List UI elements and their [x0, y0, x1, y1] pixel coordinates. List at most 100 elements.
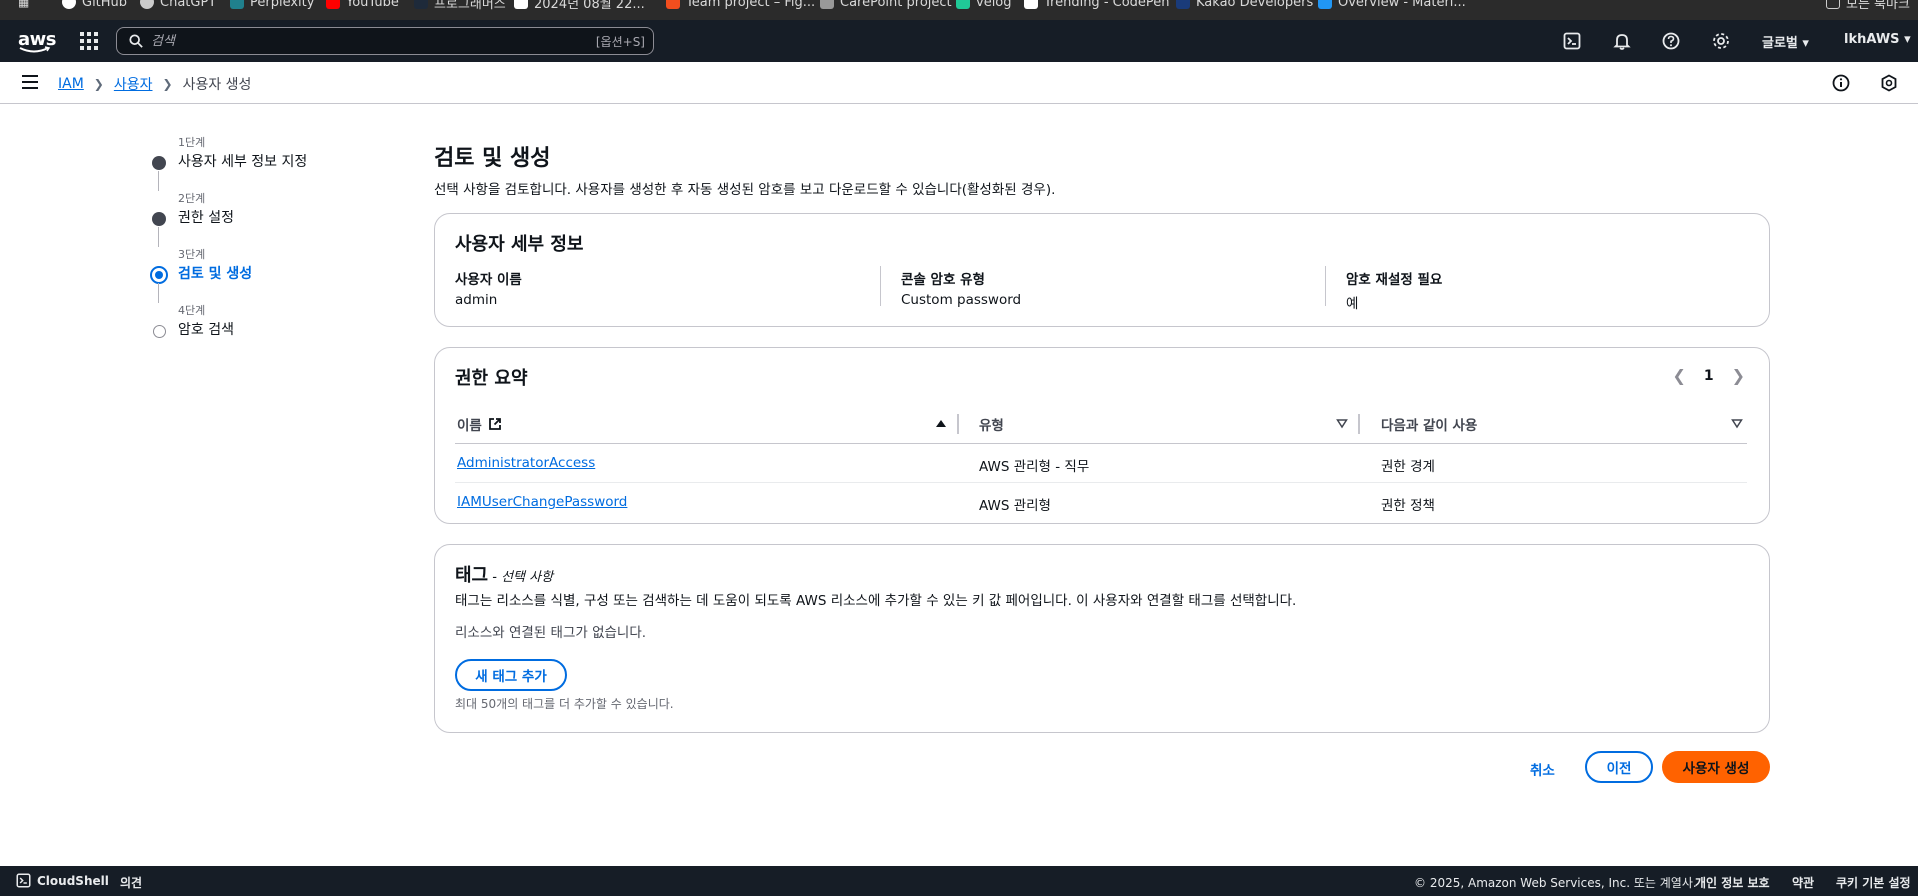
column-header-type[interactable]: 유형 — [979, 414, 1004, 434]
bookmark-kakao[interactable]: Kakao Developers — [1176, 0, 1313, 12]
sort-icon[interactable] — [1731, 417, 1743, 429]
cloudshell-icon[interactable] — [1562, 31, 1582, 51]
policy-link[interactable]: AdministratorAccess — [457, 455, 595, 471]
bookmark-github[interactable]: GitHub — [62, 0, 127, 12]
bookmark-youtube[interactable]: YouTube — [326, 0, 399, 12]
tags-description: 태그는 리소스를 식별, 구성 또는 검색하는 데 도움이 되도록 AWS 리소… — [455, 593, 1297, 609]
apps-grid-icon[interactable]: ▦ — [18, 0, 29, 12]
field-label: 사용자 이름 — [455, 272, 522, 288]
breadcrumb-users[interactable]: 사용자 — [114, 74, 153, 94]
notion-icon — [514, 0, 528, 9]
step-1[interactable]: 1단계 사용자 세부 정보 지정 — [150, 134, 400, 191]
policy-used-as: 권한 경계 — [1381, 459, 1435, 475]
feedback-link[interactable]: 의견 — [120, 874, 142, 891]
bookmark-chatgpt[interactable]: ChatGPT — [140, 0, 216, 12]
step-2[interactable]: 2단계 권한 설정 — [150, 190, 400, 247]
bookmark-notion[interactable]: 2024년 08월 22... — [514, 0, 645, 12]
field-value: Custom password — [901, 292, 1022, 308]
step-label: 검토 및 생성 — [178, 266, 253, 282]
chevron-right-icon: ❯ — [93, 77, 104, 91]
search-bar[interactable]: [옵션+S] — [116, 27, 654, 55]
step-active-icon — [150, 266, 168, 284]
policy-type: AWS 관리형 — [979, 498, 1051, 514]
tags-empty-message: 리소스와 연결된 태그가 없습니다. — [455, 625, 647, 641]
terms-link[interactable]: 약관 — [1792, 874, 1814, 891]
services-grid-icon[interactable] — [80, 32, 98, 50]
chevron-right-icon[interactable]: ❯ — [1732, 366, 1745, 385]
gear-icon[interactable] — [1711, 31, 1731, 51]
card-title: 태그 - 선택 사항 — [455, 565, 554, 586]
previous-button[interactable]: 이전 — [1585, 751, 1653, 783]
bookmark-programmers[interactable]: 프로그래머스 — [414, 0, 506, 12]
chevron-left-icon[interactable]: ❮ — [1672, 366, 1685, 385]
page-description: 선택 사항을 검토합니다. 사용자를 생성한 후 자동 생성된 암호를 보고 다… — [434, 182, 1056, 198]
bookmark-velog[interactable]: velog — [956, 0, 1012, 12]
step-label: 암호 검색 — [178, 322, 234, 338]
cloudshell-icon — [16, 873, 31, 888]
bookmark-codepen[interactable]: Trending - CodePen — [1024, 0, 1170, 12]
figma-icon — [666, 0, 680, 9]
step-connector — [158, 283, 159, 303]
caret-down-icon: ▾ — [1904, 32, 1911, 47]
bookmark-all[interactable]: 모든 북마크 — [1826, 0, 1910, 12]
search-input[interactable] — [151, 31, 551, 51]
table-header: 이름 유형 다음과 같이 사용 — [455, 404, 1747, 444]
sort-ascending-icon[interactable] — [935, 417, 947, 429]
wizard-steps: 1단계 사용자 세부 정보 지정 2단계 권한 설정 3단계 검토 및 생성 4… — [150, 134, 400, 358]
breadcrumb-current: 사용자 생성 — [182, 77, 252, 93]
bookmark-carepoint[interactable]: CarePoint project — [820, 0, 952, 12]
add-tag-button[interactable]: 새 태그 추가 — [455, 659, 567, 691]
velog-icon — [956, 0, 970, 9]
copyright-text: © 2025, Amazon Web Services, Inc. 또는 계열사… — [1414, 876, 1697, 890]
info-icon[interactable] — [1832, 74, 1850, 92]
bookmark-figma[interactable]: Team project – Fig... — [666, 0, 815, 12]
column-resizer[interactable] — [957, 414, 959, 434]
cookie-preferences-link[interactable]: 쿠키 기본 설정 — [1836, 874, 1911, 891]
chevron-right-icon: ❯ — [162, 77, 173, 91]
region-selector[interactable]: 글로벌 ▾ — [1762, 32, 1809, 51]
field-password-reset: 암호 재설정 필요 예 — [1346, 268, 1442, 312]
step-done-icon — [152, 156, 166, 170]
bookmark-perplexity[interactable]: Perplexity — [230, 0, 314, 12]
aws-logo[interactable]: aws — [18, 29, 57, 53]
browser-bookmarks-bar: ▦ GitHub ChatGPT Perplexity YouTube 프로그래… — [0, 0, 1918, 20]
external-link-icon — [488, 418, 501, 430]
perplexity-icon — [230, 0, 244, 9]
folder-icon — [1826, 0, 1840, 9]
kakao-icon — [1176, 0, 1190, 9]
step-number: 2단계 — [178, 192, 206, 205]
material-icon — [1318, 0, 1332, 9]
caret-down-icon: ▾ — [1802, 36, 1809, 51]
pagination: ❮ 1 ❯ — [1672, 366, 1745, 385]
search-icon — [129, 34, 143, 48]
bell-icon[interactable] — [1612, 31, 1632, 51]
create-user-button[interactable]: 사용자 생성 — [1662, 751, 1770, 783]
bookmark-material[interactable]: Overview - Materi... — [1318, 0, 1466, 12]
column-header-name[interactable]: 이름 — [457, 414, 502, 434]
notifications-panel-icon[interactable] — [1880, 74, 1898, 92]
optional-label: - 선택 사항 — [488, 570, 554, 585]
account-menu[interactable]: lkhAWS ▾ — [1844, 32, 1911, 47]
breadcrumb-iam[interactable]: IAM — [58, 76, 84, 92]
column-resizer[interactable] — [1358, 414, 1360, 434]
policy-link[interactable]: IAMUserChangePassword — [457, 494, 627, 510]
menu-icon[interactable] — [22, 75, 38, 89]
github-icon — [62, 0, 76, 9]
tags-card: 태그 - 선택 사항 태그는 리소스를 식별, 구성 또는 검색하는 데 도움이… — [434, 544, 1770, 733]
step-4: 4단계 암호 검색 — [150, 302, 400, 358]
field-console-password-type: 콘솔 암호 유형 Custom password — [901, 268, 1021, 308]
permissions-summary-card: 권한 요약 ❮ 1 ❯ 이름 유형 다음과 같이 사용 Administrato… — [434, 347, 1770, 524]
column-header-used-as[interactable]: 다음과 같이 사용 — [1381, 414, 1477, 434]
youtube-icon — [326, 0, 340, 9]
cancel-button[interactable]: 취소 — [1530, 759, 1555, 779]
step-number: 3단계 — [178, 248, 206, 261]
cloudshell-button[interactable]: CloudShell — [16, 873, 109, 888]
help-icon[interactable] — [1661, 31, 1681, 51]
page-number[interactable]: 1 — [1704, 368, 1714, 384]
divider — [1325, 266, 1326, 306]
field-label: 암호 재설정 필요 — [1346, 272, 1443, 288]
field-value: 예 — [1346, 296, 1359, 312]
sort-icon[interactable] — [1336, 417, 1348, 429]
privacy-link[interactable]: 개인 정보 보호 — [1695, 874, 1770, 891]
console-footer: CloudShell 의견 © 2025, Amazon Web Service… — [0, 866, 1918, 896]
